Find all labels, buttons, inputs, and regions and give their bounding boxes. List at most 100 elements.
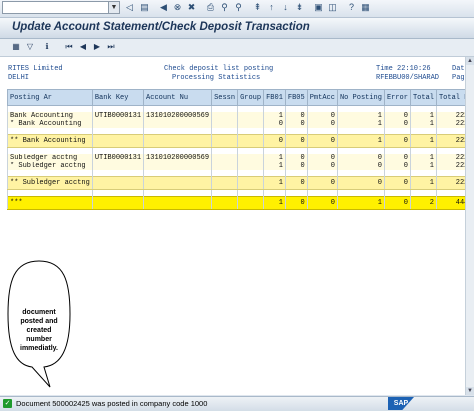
- first-icon[interactable]: ⏮: [64, 42, 74, 52]
- sum-icon[interactable]: ▦: [11, 42, 21, 52]
- table-cell: UTIB0000131: [92, 154, 143, 162]
- column-header[interactable]: Total: [410, 90, 436, 106]
- info-icon[interactable]: ℹ: [42, 42, 52, 52]
- table-row[interactable]: * Subledger acctng100001222.00: [8, 162, 474, 170]
- table-cell: Subledger acctng: [8, 154, 93, 162]
- time-label: Time 22:10:26: [376, 65, 431, 74]
- scroll-down-icon[interactable]: ▼: [466, 387, 474, 395]
- exit-icon[interactable]: ⊗: [172, 2, 183, 13]
- column-header[interactable]: FB01: [264, 90, 286, 106]
- table-cell: 1: [264, 154, 286, 162]
- customize-icon[interactable]: ▦: [360, 2, 371, 13]
- table-cell: [92, 135, 143, 148]
- table-cell: 0: [337, 177, 384, 190]
- table-cell: ** Subledger acctng: [8, 177, 93, 190]
- last-icon[interactable]: ⏭: [106, 42, 116, 52]
- table-cell: 0: [307, 112, 337, 120]
- column-header[interactable]: No Posting: [337, 90, 384, 106]
- table-cell: [144, 120, 212, 128]
- status-message[interactable]: Document 500002425 was posted in company…: [16, 399, 207, 408]
- vertical-scrollbar[interactable]: ▲ ▼: [465, 57, 474, 395]
- table-cell: 0: [337, 154, 384, 162]
- program-name: RFEBBU00/SHARAD: [376, 74, 439, 83]
- filter-icon[interactable]: ▽: [25, 42, 35, 52]
- prev-page-icon[interactable]: ↑: [266, 2, 277, 13]
- page-title: Update Account Statement/Check Deposit T…: [12, 21, 310, 33]
- table-cell: 1: [337, 135, 384, 148]
- cancel-icon[interactable]: ✖: [186, 2, 197, 13]
- next-icon[interactable]: ▶: [92, 42, 102, 52]
- table-cell: 0: [285, 120, 307, 128]
- table-cell: [384, 190, 410, 197]
- prev-icon[interactable]: ◀: [78, 42, 88, 52]
- save-icon[interactable]: ▤: [139, 2, 150, 13]
- print-icon[interactable]: ⎙: [205, 2, 216, 13]
- city: DELHI: [8, 74, 29, 83]
- table-cell: [212, 197, 238, 210]
- table-cell: 1: [337, 112, 384, 120]
- table-cell: 0: [285, 197, 307, 210]
- column-header[interactable]: FB05: [285, 90, 307, 106]
- table-cell: 0: [307, 177, 337, 190]
- table-cell: 1: [337, 197, 384, 210]
- find-icon[interactable]: ⚲: [219, 2, 230, 13]
- table-cell: 1: [264, 112, 286, 120]
- shortcut-icon[interactable]: ◫: [327, 2, 338, 13]
- table-row[interactable]: * Bank Accounting000101222.00: [8, 120, 474, 128]
- subtotal-row[interactable]: ** Bank Accounting000101222.00: [8, 135, 474, 148]
- statistics-table: Posting ArBank KeyAccount NuSessnGroupFB…: [7, 89, 474, 210]
- command-field[interactable]: ▼: [2, 1, 120, 14]
- column-header[interactable]: Bank Key: [92, 90, 143, 106]
- first-page-icon[interactable]: ⇞: [252, 2, 263, 13]
- callout-balloon: document posted and created number immed…: [6, 259, 72, 389]
- grand-total-row[interactable]: ***100102444.00: [8, 197, 474, 210]
- new-session-icon[interactable]: ▣: [313, 2, 324, 13]
- find-next-icon[interactable]: ⚲: [233, 2, 244, 13]
- table-cell: 1: [410, 177, 436, 190]
- table-cell: 1: [264, 197, 286, 210]
- report-heading: Check deposit list posting: [164, 65, 273, 74]
- column-header[interactable]: Error: [384, 90, 410, 106]
- column-header[interactable]: Group: [238, 90, 264, 106]
- success-check-icon: ✓: [3, 399, 12, 408]
- table-row[interactable]: Subledger acctngUTIB00001311310102000005…: [8, 154, 474, 162]
- table-cell: [285, 190, 307, 197]
- table-cell: * Bank Accounting: [8, 120, 93, 128]
- back-green-icon[interactable]: ◀: [158, 2, 169, 13]
- table-cell: [144, 190, 212, 197]
- company-name: RITES Limited: [8, 65, 63, 74]
- last-page-icon[interactable]: ⇟: [294, 2, 305, 13]
- table-cell: [92, 120, 143, 128]
- table-cell: [238, 162, 264, 170]
- subtotal-row[interactable]: ** Subledger acctng100001222.00: [8, 177, 474, 190]
- table-cell: UTIB0000131: [92, 112, 143, 120]
- help-icon[interactable]: ?: [346, 2, 357, 13]
- table-cell: 0: [307, 197, 337, 210]
- callout-text: document posted and created number immed…: [12, 308, 66, 353]
- back-icon[interactable]: ◁: [124, 2, 135, 13]
- table-cell: 0: [384, 135, 410, 148]
- table-cell: 1: [410, 112, 436, 120]
- table-cell: [144, 197, 212, 210]
- standard-toolbar: ▼ ◁ ▤ ◀ ⊗ ✖ ⎙ ⚲ ⚲ ⇞ ↑ ↓ ⇟ ▣ ◫ ? ▦: [0, 0, 474, 18]
- table-cell: [238, 120, 264, 128]
- table-cell: * Subledger acctng: [8, 162, 93, 170]
- column-header[interactable]: Account Nu: [144, 90, 212, 106]
- table-cell: [92, 190, 143, 197]
- scroll-up-icon[interactable]: ▲: [466, 57, 474, 65]
- table-cell: 2: [410, 197, 436, 210]
- table-cell: [212, 112, 238, 120]
- table-cell: [337, 190, 384, 197]
- table-cell: 1: [337, 120, 384, 128]
- column-header[interactable]: Posting Ar: [8, 90, 93, 106]
- table-cell: 0: [384, 120, 410, 128]
- next-page-icon[interactable]: ↓: [280, 2, 291, 13]
- table-cell: [212, 120, 238, 128]
- table-cell: ** Bank Accounting: [8, 135, 93, 148]
- table-row[interactable]: Bank AccountingUTIB000013113101020000056…: [8, 112, 474, 120]
- command-dropdown-icon[interactable]: ▼: [108, 2, 119, 13]
- column-header[interactable]: PmtAcc: [307, 90, 337, 106]
- column-header[interactable]: Sessn: [212, 90, 238, 106]
- table-cell: [212, 190, 238, 197]
- table-cell: 131010200000569: [144, 154, 212, 162]
